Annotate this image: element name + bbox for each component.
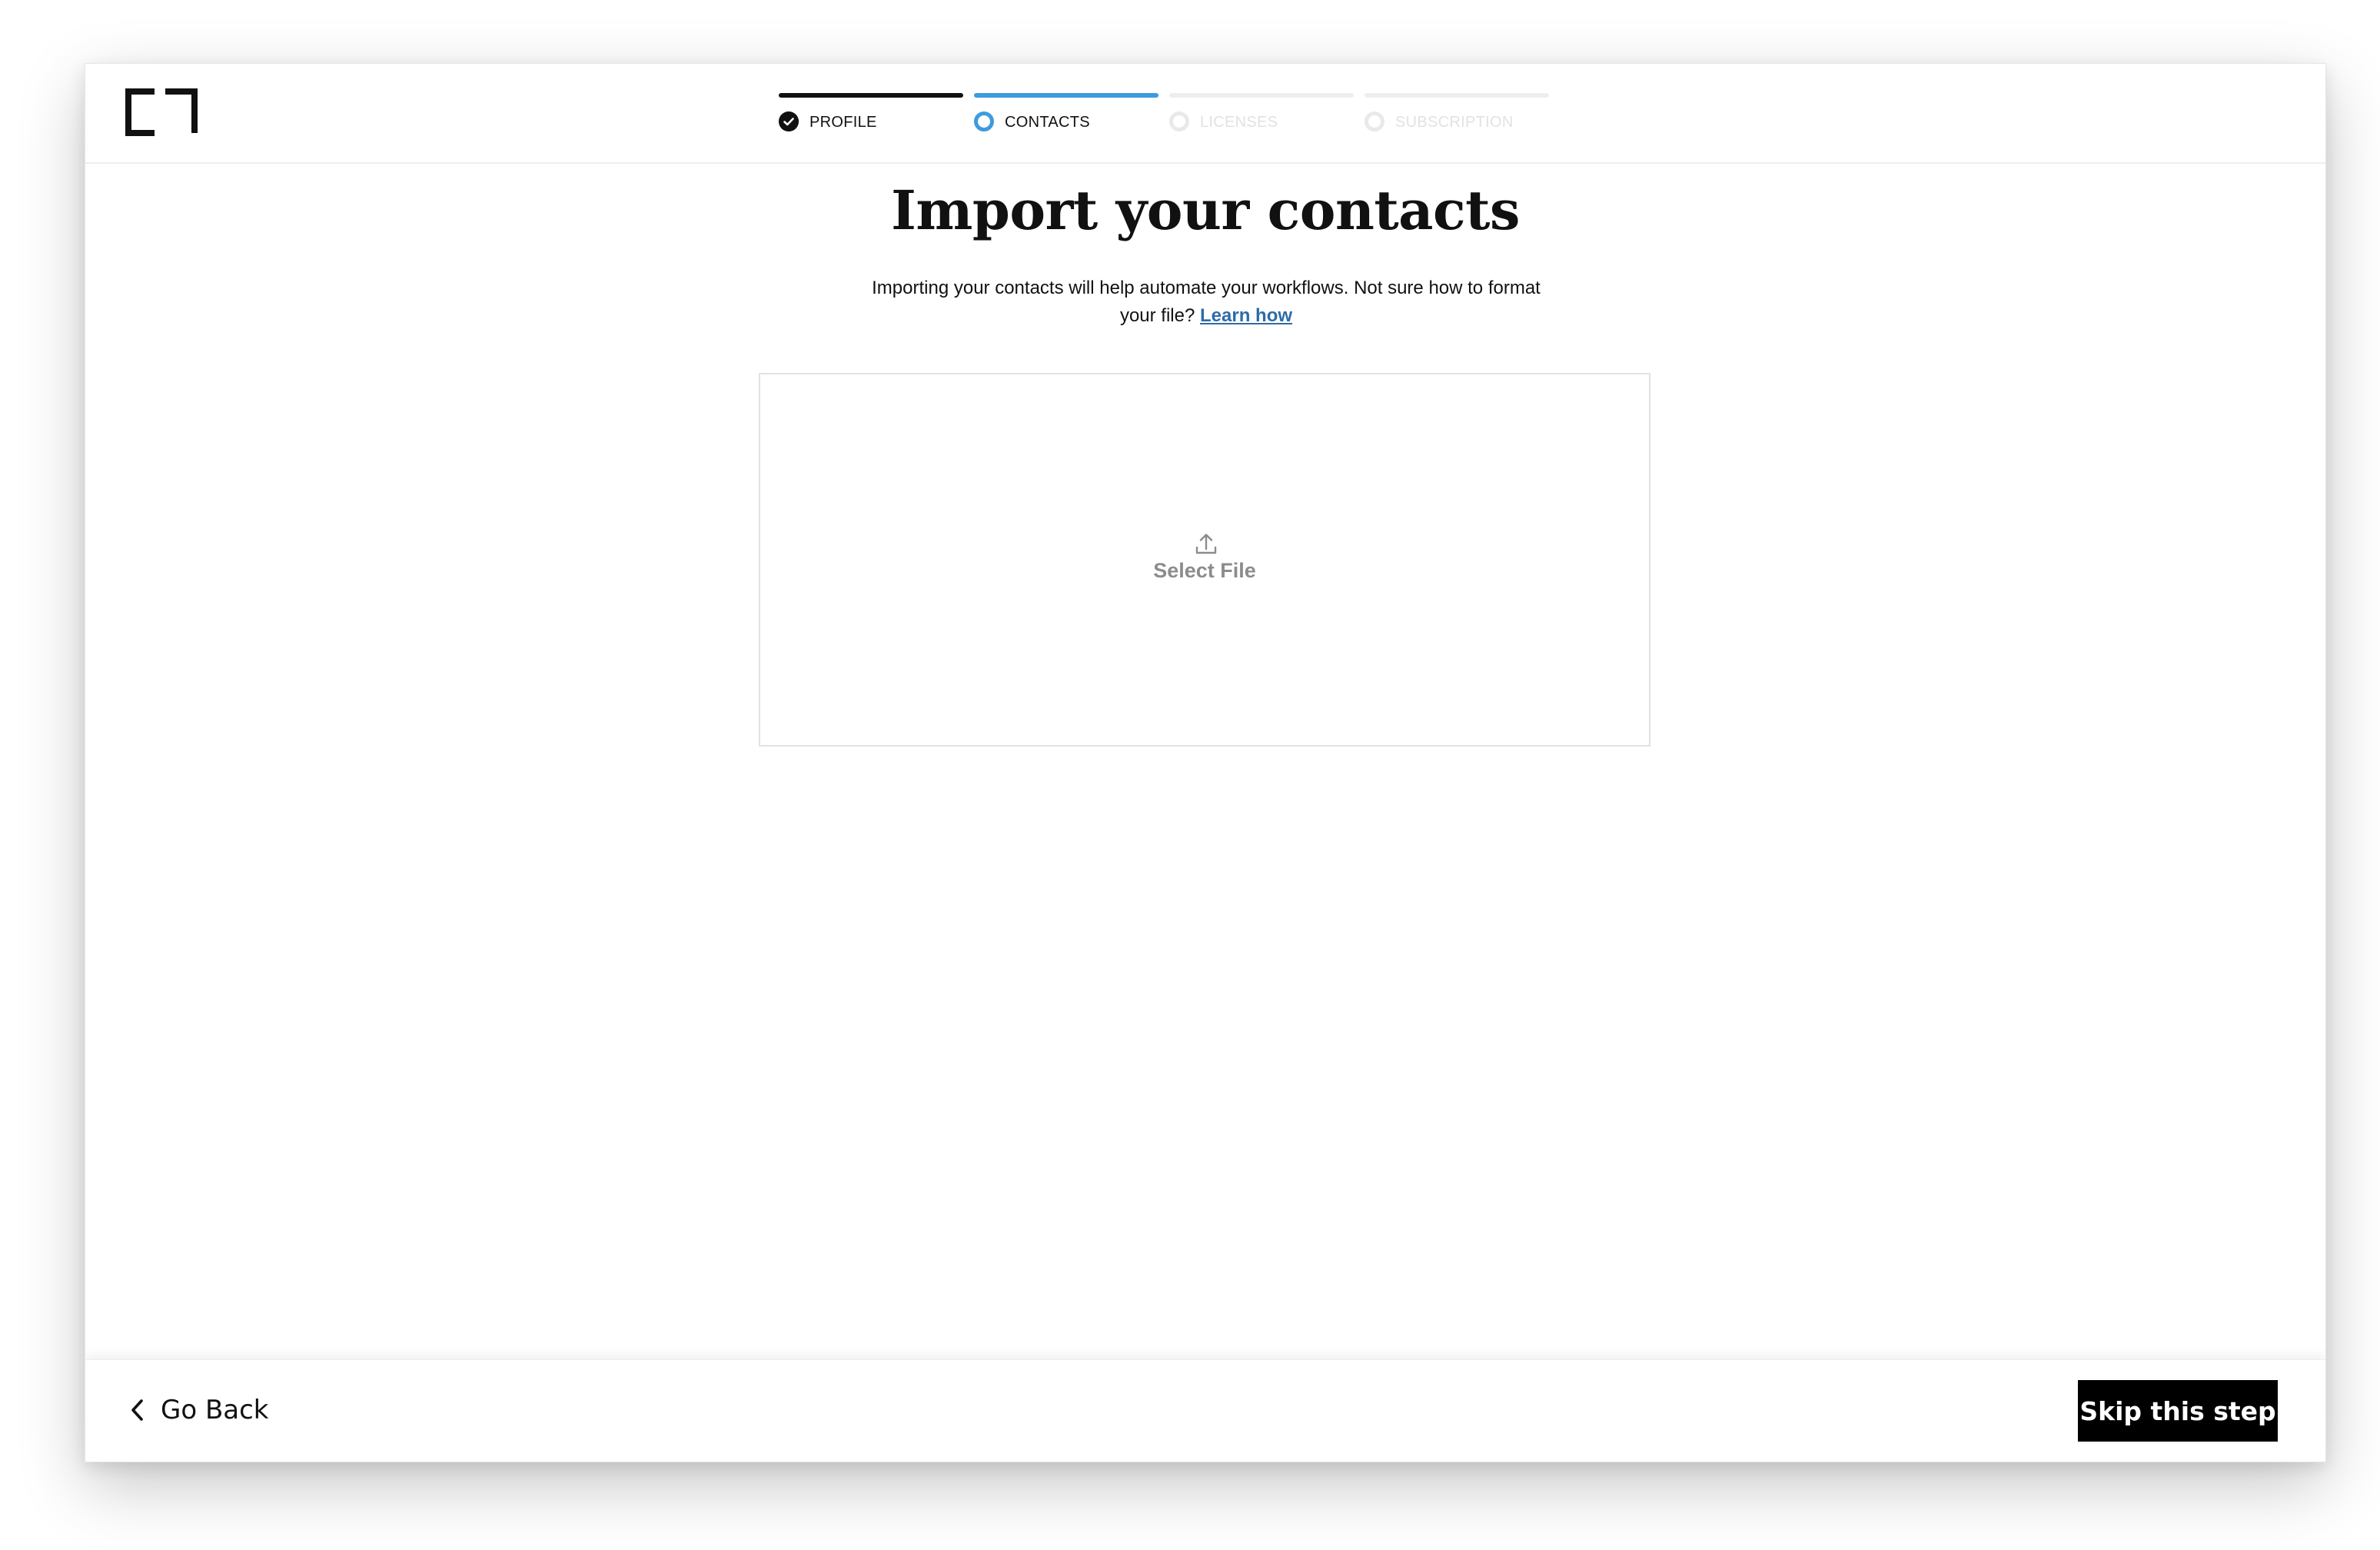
check-circle-icon <box>779 111 799 131</box>
page-description: Importing your contacts will help automa… <box>862 274 1551 330</box>
step-label: PROFILE <box>809 114 877 131</box>
page-title: Import your contacts <box>891 178 1520 242</box>
step-progress-bar <box>779 93 963 98</box>
circle-icon <box>1169 111 1189 131</box>
circle-icon <box>974 111 994 131</box>
step-profile[interactable]: PROFILE <box>779 93 963 139</box>
file-dropzone[interactable]: Select File <box>759 373 1650 747</box>
step-progress-bar <box>974 93 1158 98</box>
chevron-left-icon <box>131 1399 143 1421</box>
go-back-label: Go Back <box>161 1395 269 1425</box>
step-licenses[interactable]: LICENSES <box>1169 93 1354 139</box>
bracket-logo-icon[interactable] <box>124 87 199 138</box>
progress-stepper: PROFILE CONTACTS LICENSES SUBSCRIPTION <box>779 93 1555 139</box>
onboarding-window: PROFILE CONTACTS LICENSES SUBSCRIPTION I… <box>85 63 2326 1462</box>
header: PROFILE CONTACTS LICENSES SUBSCRIPTION <box>85 64 2325 164</box>
upload-icon <box>1195 534 1217 554</box>
skip-step-button[interactable]: Skip this step <box>2078 1380 2278 1442</box>
step-progress-bar <box>1169 93 1354 98</box>
step-label: SUBSCRIPTION <box>1395 114 1514 131</box>
footer-bar: Go Back Skip this step <box>85 1359 2325 1462</box>
circle-icon <box>1365 111 1384 131</box>
step-subscription[interactable]: SUBSCRIPTION <box>1365 93 1549 139</box>
select-file-label[interactable]: Select File <box>760 559 1649 583</box>
step-label: CONTACTS <box>1005 114 1090 131</box>
go-back-button[interactable]: Go Back <box>128 1389 269 1431</box>
step-label: LICENSES <box>1200 114 1278 131</box>
step-progress-bar <box>1365 93 1549 98</box>
step-contacts[interactable]: CONTACTS <box>974 93 1158 139</box>
learn-how-link[interactable]: Learn how <box>1200 305 1292 326</box>
